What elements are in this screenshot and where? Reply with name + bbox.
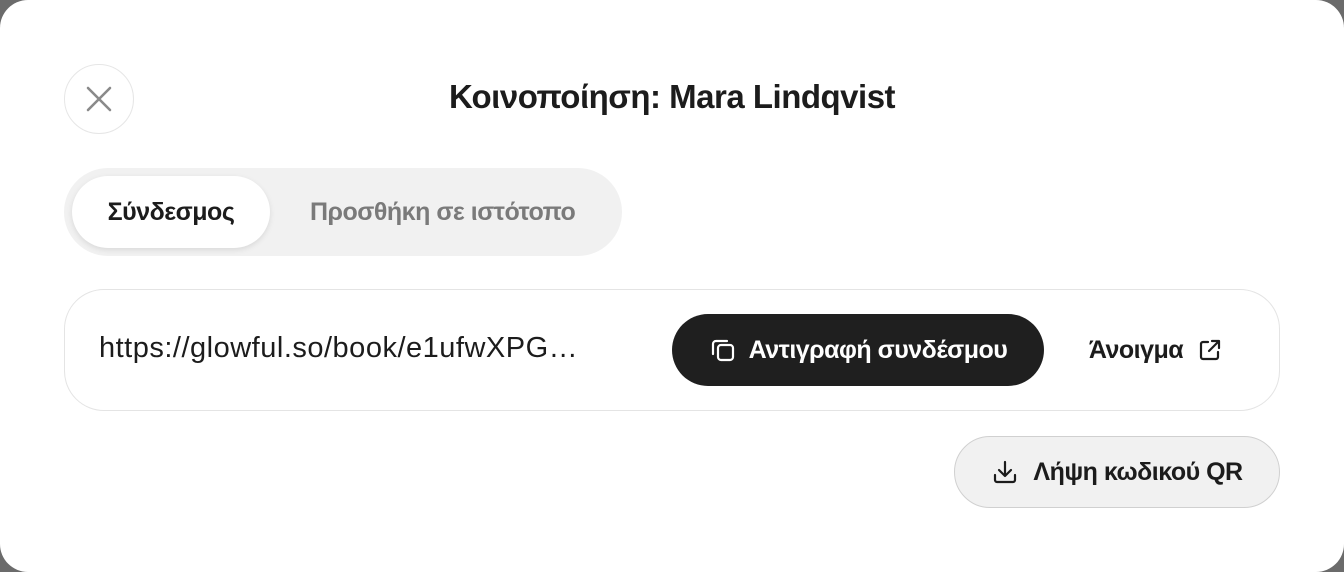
download-qr-label: Λήψη κωδικού QR	[1033, 457, 1243, 486]
share-modal: Κοινοποίηση: Mara Lindqvist Σύνδεσμος Πρ…	[0, 0, 1344, 572]
open-link-label: Άνοιγμα	[1088, 335, 1184, 364]
copy-link-label: Αντιγραφή συνδέσμου	[748, 335, 1008, 364]
copy-icon	[709, 336, 737, 364]
open-link-button[interactable]: Άνοιγμα	[1083, 314, 1229, 386]
external-link-icon	[1197, 337, 1223, 363]
link-box: https://glowful.so/book/e1ufwXPG… Αντιγρ…	[64, 289, 1280, 411]
download-qr-button[interactable]: Λήψη κωδικού QR	[954, 436, 1280, 508]
download-icon	[991, 458, 1019, 486]
tab-add-to-website[interactable]: Προσθήκη σε ιστότοπο	[294, 176, 604, 248]
share-tabs: Σύνδεσμος Προσθήκη σε ιστότοπο	[64, 168, 622, 256]
modal-title: Κοινοποίηση: Mara Lindqvist	[448, 78, 896, 115]
copy-link-button[interactable]: Αντιγραφή συνδέσμου	[672, 314, 1044, 386]
tab-link[interactable]: Σύνδεσμος	[72, 176, 270, 248]
share-url: https://glowful.so/book/e1ufwXPG…	[99, 332, 579, 364]
